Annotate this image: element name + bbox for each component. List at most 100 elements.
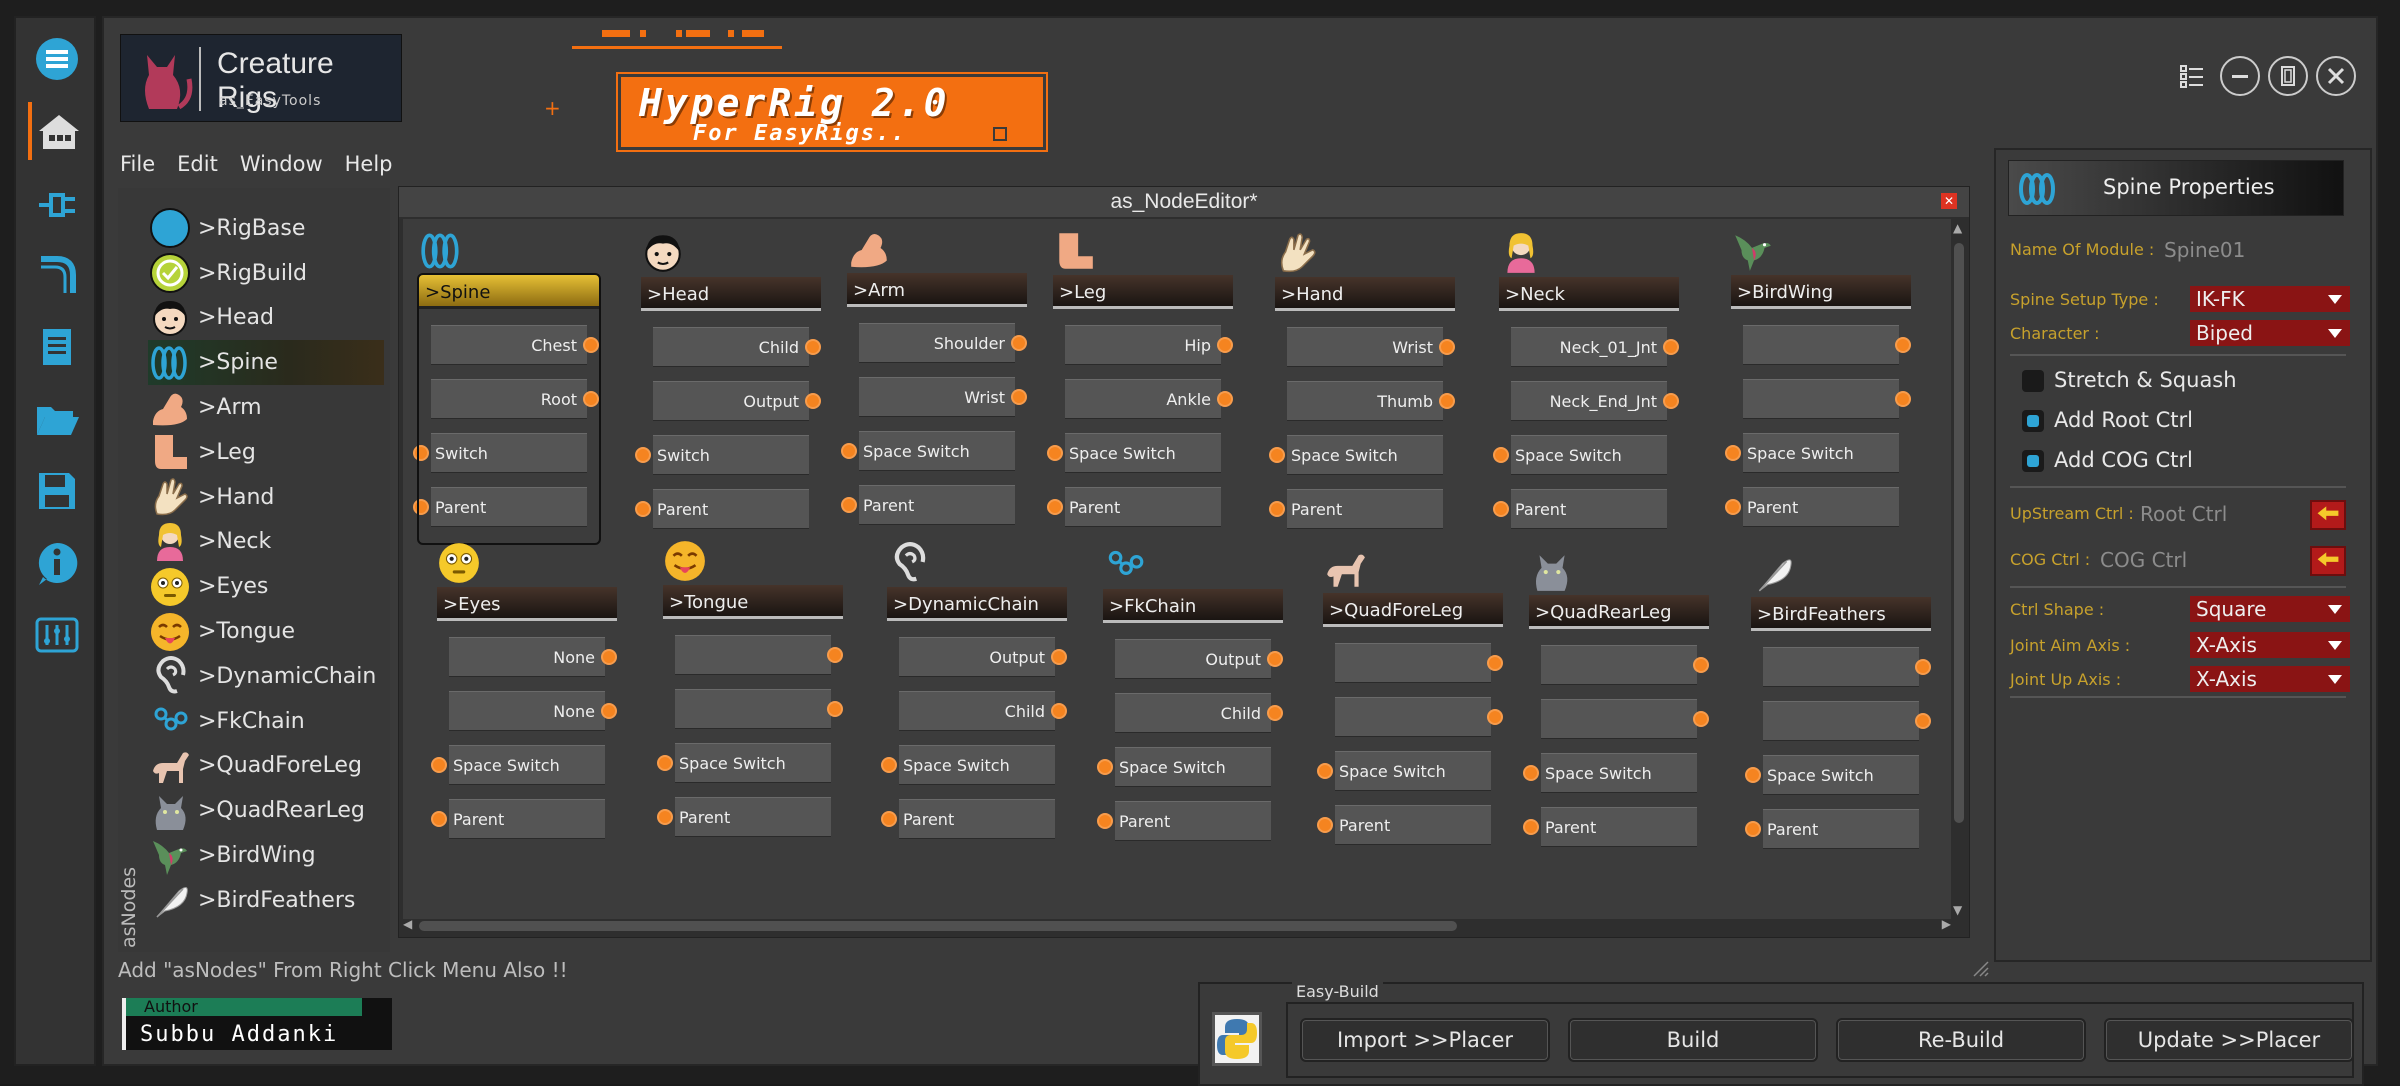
input-port[interactable] (841, 443, 857, 459)
asnode-item[interactable]: >RigBase (148, 206, 384, 251)
output-port[interactable] (1217, 391, 1233, 407)
menu-icon[interactable] (28, 30, 86, 88)
output-port[interactable] (1663, 339, 1679, 355)
asnode-item[interactable]: >Head (148, 296, 384, 341)
output-port[interactable] (1915, 659, 1931, 675)
input-port[interactable] (1097, 759, 1113, 775)
node-title[interactable]: >DynamicChain (887, 587, 1067, 621)
output-port[interactable] (827, 701, 843, 717)
asnode-item[interactable]: >Spine (148, 340, 384, 386)
output-port[interactable] (827, 647, 843, 663)
input-port[interactable] (635, 501, 651, 517)
up-axis-dropdown[interactable]: X-Axis (2190, 666, 2350, 692)
node-leg[interactable]: >Leg Hip Ankle Space Switch Parent (1047, 233, 1233, 545)
vertical-scrollbar[interactable]: ▲ ▼ (1951, 219, 1967, 919)
node-title[interactable]: >Head (641, 277, 821, 311)
editor-close-icon[interactable]: ✕ (1941, 193, 1957, 209)
aim-axis-dropdown[interactable]: X-Axis (2190, 632, 2350, 658)
node-title[interactable]: >Eyes (437, 587, 617, 621)
asnode-item[interactable]: >BirdWing (148, 833, 384, 878)
upstream-field[interactable]: Root Ctrl (2140, 502, 2227, 526)
maximize-icon[interactable] (2268, 56, 2308, 96)
output-port[interactable] (583, 337, 599, 353)
output-port[interactable] (1895, 337, 1911, 353)
node-tongue[interactable]: >Tongue Space Switch Parent (657, 541, 843, 855)
output-port[interactable] (1663, 393, 1679, 409)
asnode-item[interactable]: >QuadRearLeg (148, 788, 384, 833)
document-icon[interactable] (28, 318, 86, 376)
horizontal-scrollbar[interactable]: ◀ ▶ (403, 917, 1951, 933)
input-port[interactable] (1493, 501, 1509, 517)
menu-edit[interactable]: Edit (177, 152, 218, 186)
output-port[interactable] (1267, 705, 1283, 721)
input-port[interactable] (1523, 765, 1539, 781)
build-button[interactable]: Build (1568, 1018, 1818, 1062)
node-title[interactable]: >FkChain (1103, 589, 1283, 623)
output-port[interactable] (1439, 339, 1455, 355)
node-title[interactable]: >QuadRearLeg (1529, 595, 1709, 629)
node-title[interactable]: >Leg (1053, 275, 1233, 309)
menu-window[interactable]: Window (240, 152, 323, 186)
input-port[interactable] (1269, 447, 1285, 463)
module-name-field[interactable]: Spine01 (2164, 238, 2245, 262)
input-port[interactable] (431, 757, 447, 773)
input-port[interactable] (431, 811, 447, 827)
output-port[interactable] (1487, 655, 1503, 671)
asnode-item[interactable]: >Eyes (148, 564, 384, 609)
asnode-item[interactable]: >DynamicChain (148, 654, 384, 699)
minimize-icon[interactable] (2220, 56, 2260, 96)
resize-grip-icon[interactable] (1970, 958, 1990, 978)
plug-icon[interactable] (28, 174, 86, 232)
node-title[interactable]: >Arm (847, 273, 1027, 307)
input-port[interactable] (413, 499, 429, 515)
asnode-item[interactable]: >QuadForeLeg (148, 744, 384, 789)
node-title[interactable]: >Tongue (663, 585, 843, 619)
cog-field[interactable]: COG Ctrl (2100, 548, 2187, 572)
output-port[interactable] (1051, 649, 1067, 665)
node-eyes[interactable]: >Eyes None None Space Switch Parent (431, 543, 617, 857)
node-birdwing[interactable]: >BirdWing Space Switch Parent (1725, 235, 1911, 545)
asnode-item[interactable]: >Neck (148, 520, 384, 565)
node-title[interactable]: >QuadForeLeg (1323, 593, 1503, 627)
pick-upstream-button[interactable] (2310, 500, 2346, 530)
input-port[interactable] (1725, 499, 1741, 515)
output-port[interactable] (601, 649, 617, 665)
output-port[interactable] (1439, 393, 1455, 409)
node-title[interactable]: >Neck (1499, 277, 1679, 311)
node-canvas[interactable]: >Spine Chest Root Switch Parent >Head Child Out… (403, 219, 1951, 919)
pick-cog-button[interactable] (2310, 546, 2346, 576)
input-port[interactable] (1097, 813, 1113, 829)
input-port[interactable] (1745, 767, 1761, 783)
input-port[interactable] (1047, 445, 1063, 461)
output-port[interactable] (1011, 335, 1027, 351)
node-title[interactable]: >BirdWing (1731, 275, 1911, 309)
rebuild-button[interactable]: Re-Build (1836, 1018, 2086, 1062)
output-port[interactable] (1915, 713, 1931, 729)
input-port[interactable] (1523, 819, 1539, 835)
node-spine[interactable]: >Spine Chest Root Switch Parent (413, 233, 601, 545)
input-port[interactable] (1745, 821, 1761, 837)
output-port[interactable] (1217, 337, 1233, 353)
node-title[interactable]: >Hand (1275, 277, 1455, 311)
folder-icon[interactable] (28, 390, 86, 448)
asnode-item[interactable]: >FkChain (148, 699, 384, 744)
menu-help[interactable]: Help (345, 152, 393, 186)
node-quadforeleg[interactable]: >QuadForeLeg Space Switch Parent (1317, 554, 1503, 863)
output-port[interactable] (1895, 391, 1911, 407)
input-port[interactable] (657, 755, 673, 771)
ctrl-shape-dropdown[interactable]: Square (2190, 596, 2350, 622)
output-port[interactable] (1693, 711, 1709, 727)
input-port[interactable] (1317, 763, 1333, 779)
asnode-item[interactable]: >RigBuild (148, 251, 384, 296)
input-port[interactable] (841, 497, 857, 513)
input-port[interactable] (1317, 817, 1333, 833)
home-icon[interactable] (28, 102, 86, 160)
close-icon[interactable] (2316, 56, 2356, 96)
input-port[interactable] (1493, 447, 1509, 463)
asnode-item[interactable]: >Arm (148, 385, 384, 430)
menu-file[interactable]: File (120, 152, 155, 186)
node-title[interactable]: >Spine (419, 275, 599, 309)
node-title[interactable]: >BirdFeathers (1751, 597, 1931, 631)
info-icon[interactable] (28, 534, 86, 592)
input-port[interactable] (657, 809, 673, 825)
